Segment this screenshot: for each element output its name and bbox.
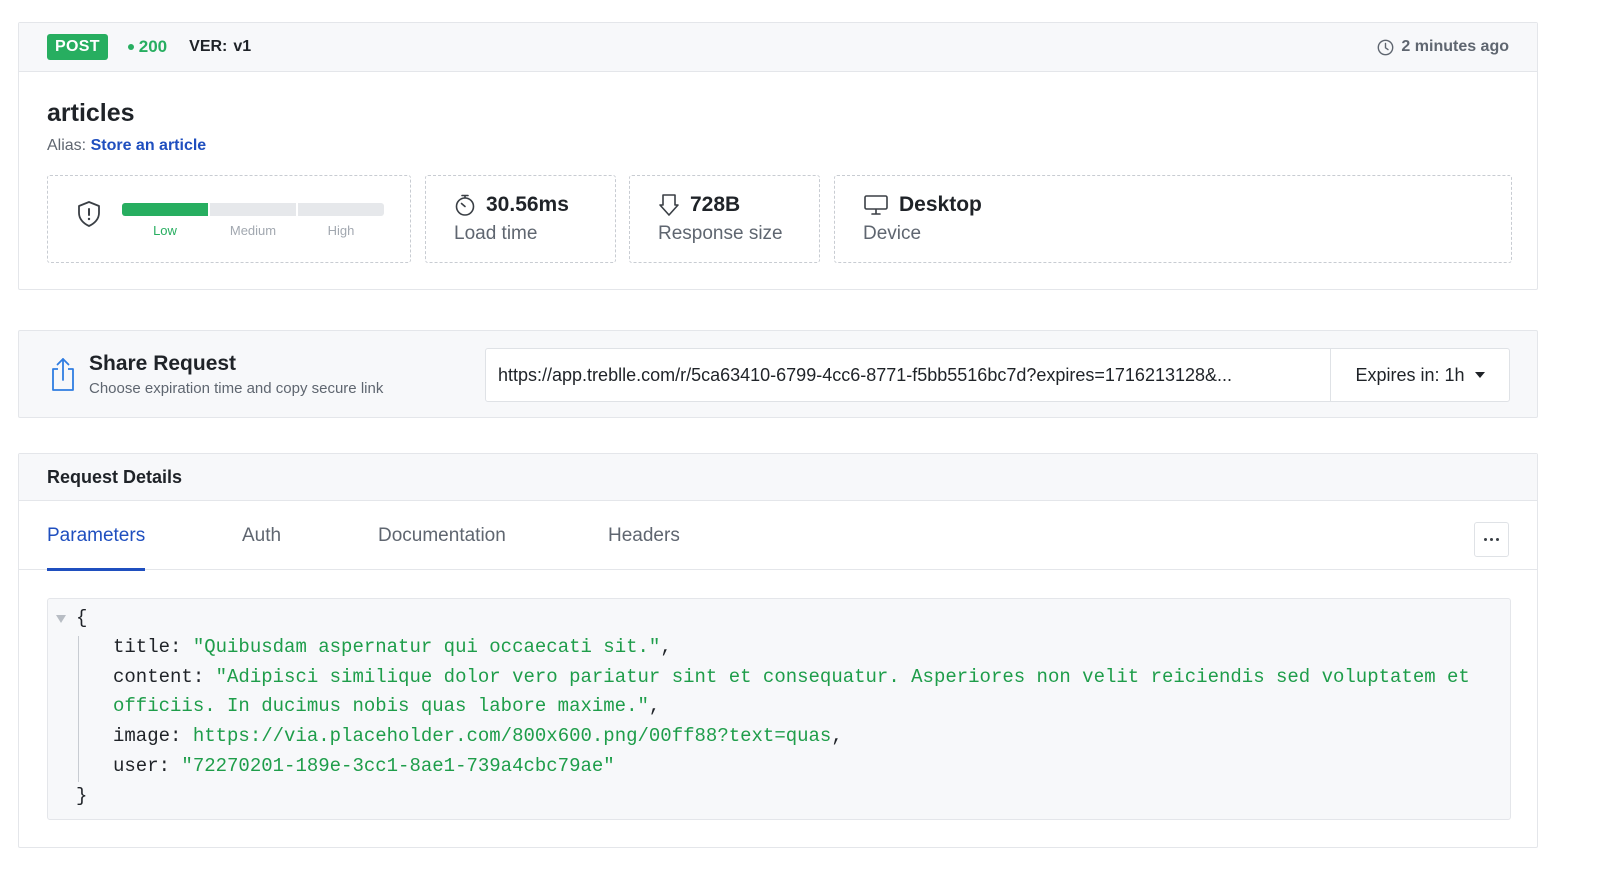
response-size-metric: 728B Response size (629, 175, 820, 263)
request-summary-card: POST 200 VER: v1 2 minutes ago articles A… (18, 22, 1538, 290)
alias-row: Alias: Store an article (47, 137, 206, 155)
json-value: "Adipisci similique dolor vero pariatur … (215, 666, 1470, 688)
json-comma: , (831, 725, 843, 747)
risk-label-low: Low (153, 223, 177, 238)
json-line-title: title: "Quibusdam aspernatur qui occaeca… (113, 633, 672, 662)
expiration-dropdown[interactable]: Expires in: 1h (1330, 349, 1509, 401)
expiration-selected: Expires in: 1h (1355, 364, 1465, 385)
json-line-image: image: https://via.placeholder.com/800x6… (113, 722, 843, 751)
response-size-value: 728B (690, 193, 741, 216)
json-link-value[interactable]: https://via.placeholder.com/800x600.png/… (193, 725, 832, 747)
share-title: Share Request (89, 352, 237, 375)
share-url-input[interactable] (486, 349, 1330, 401)
json-line-content-continued: officiis. In ducimus nobis quas labore m… (113, 692, 660, 721)
version-value: v1 (233, 38, 252, 55)
more-horizontal-icon (1484, 538, 1499, 541)
request-time: 2 minutes ago (1377, 38, 1509, 56)
json-indent-guide (78, 636, 79, 782)
json-key: user: (113, 755, 171, 777)
load-time-metric: 30.56ms Load time (425, 175, 616, 263)
method-badge: POST (47, 34, 108, 60)
share-subtitle: Choose expiration time and copy secure l… (89, 380, 384, 397)
caret-down-icon[interactable] (56, 615, 66, 623)
monitor-icon (864, 195, 888, 215)
alias-link[interactable]: Store an article (91, 137, 207, 154)
request-details-title: Request Details (19, 454, 1537, 501)
stopwatch-icon (455, 194, 475, 216)
json-value: "72270201-189e-3cc1-8ae1-739a4cbc79ae" (181, 755, 615, 777)
clock-icon (1378, 39, 1394, 55)
alias-label: Alias: (47, 137, 87, 154)
chevron-down-icon (1474, 372, 1485, 378)
risk-segment-low (122, 203, 208, 216)
endpoint-title: articles (47, 99, 135, 127)
api-version: VER: v1 (189, 38, 251, 56)
risk-segment-high (298, 203, 384, 216)
device-metric: Desktop Device (834, 175, 1512, 263)
risk-label-high: High (327, 223, 355, 238)
status-code: 200 (127, 37, 168, 57)
share-request-card: Share Request Choose expiration time and… (18, 330, 1538, 418)
json-open-brace: { (76, 607, 88, 629)
device-label: Device (863, 223, 922, 244)
status-code-value: 200 (138, 37, 168, 56)
shield-alert-icon (78, 201, 100, 227)
risk-segment-medium (210, 203, 296, 216)
json-line-content: content: "Adipisci similique dolor vero … (113, 663, 1470, 692)
share-icon (52, 358, 74, 391)
tab-auth[interactable]: Auth (242, 501, 281, 570)
request-details-card: Request Details Parameters Auth Document… (18, 453, 1538, 848)
load-time-label: Load time (454, 223, 538, 244)
share-link-group: Expires in: 1h (485, 348, 1510, 402)
details-tabs: Parameters Auth Documentation Headers (19, 501, 1537, 571)
time-ago-text: 2 minutes ago (1401, 38, 1509, 55)
tab-parameters[interactable]: Parameters (47, 501, 146, 571)
response-size-label: Response size (658, 223, 783, 244)
json-close-brace: } (76, 785, 88, 807)
json-viewer: { title: "Quibusdam aspernatur qui occae… (47, 598, 1511, 820)
json-key: content: (113, 666, 205, 688)
request-header: POST 200 VER: v1 2 minutes ago (19, 23, 1537, 72)
json-key: title: (113, 636, 182, 658)
json-key: image: (113, 725, 182, 747)
version-label: VER: (189, 38, 228, 55)
json-comma: , (648, 695, 661, 717)
risk-label-medium: Medium (229, 223, 277, 238)
download-icon (659, 194, 679, 216)
json-value: "Quibusdam aspernatur qui occaecati sit.… (192, 636, 661, 658)
tab-headers[interactable]: Headers (608, 501, 680, 570)
threat-level-labels: Low Medium High (122, 223, 384, 238)
json-line-user: user: "72270201-189e-3cc1-8ae1-739a4cbc7… (113, 752, 615, 781)
more-options-button[interactable] (1474, 522, 1509, 557)
tab-documentation[interactable]: Documentation (378, 501, 506, 570)
json-value: officiis. In ducimus nobis quas labore m… (113, 695, 649, 717)
threat-level-metric: Low Medium High (47, 175, 411, 263)
load-time-value: 30.56ms (486, 193, 569, 216)
status-dot-icon (127, 44, 134, 50)
device-value: Desktop (899, 193, 982, 216)
threat-level-bar (122, 203, 384, 216)
json-comma: , (660, 636, 672, 658)
